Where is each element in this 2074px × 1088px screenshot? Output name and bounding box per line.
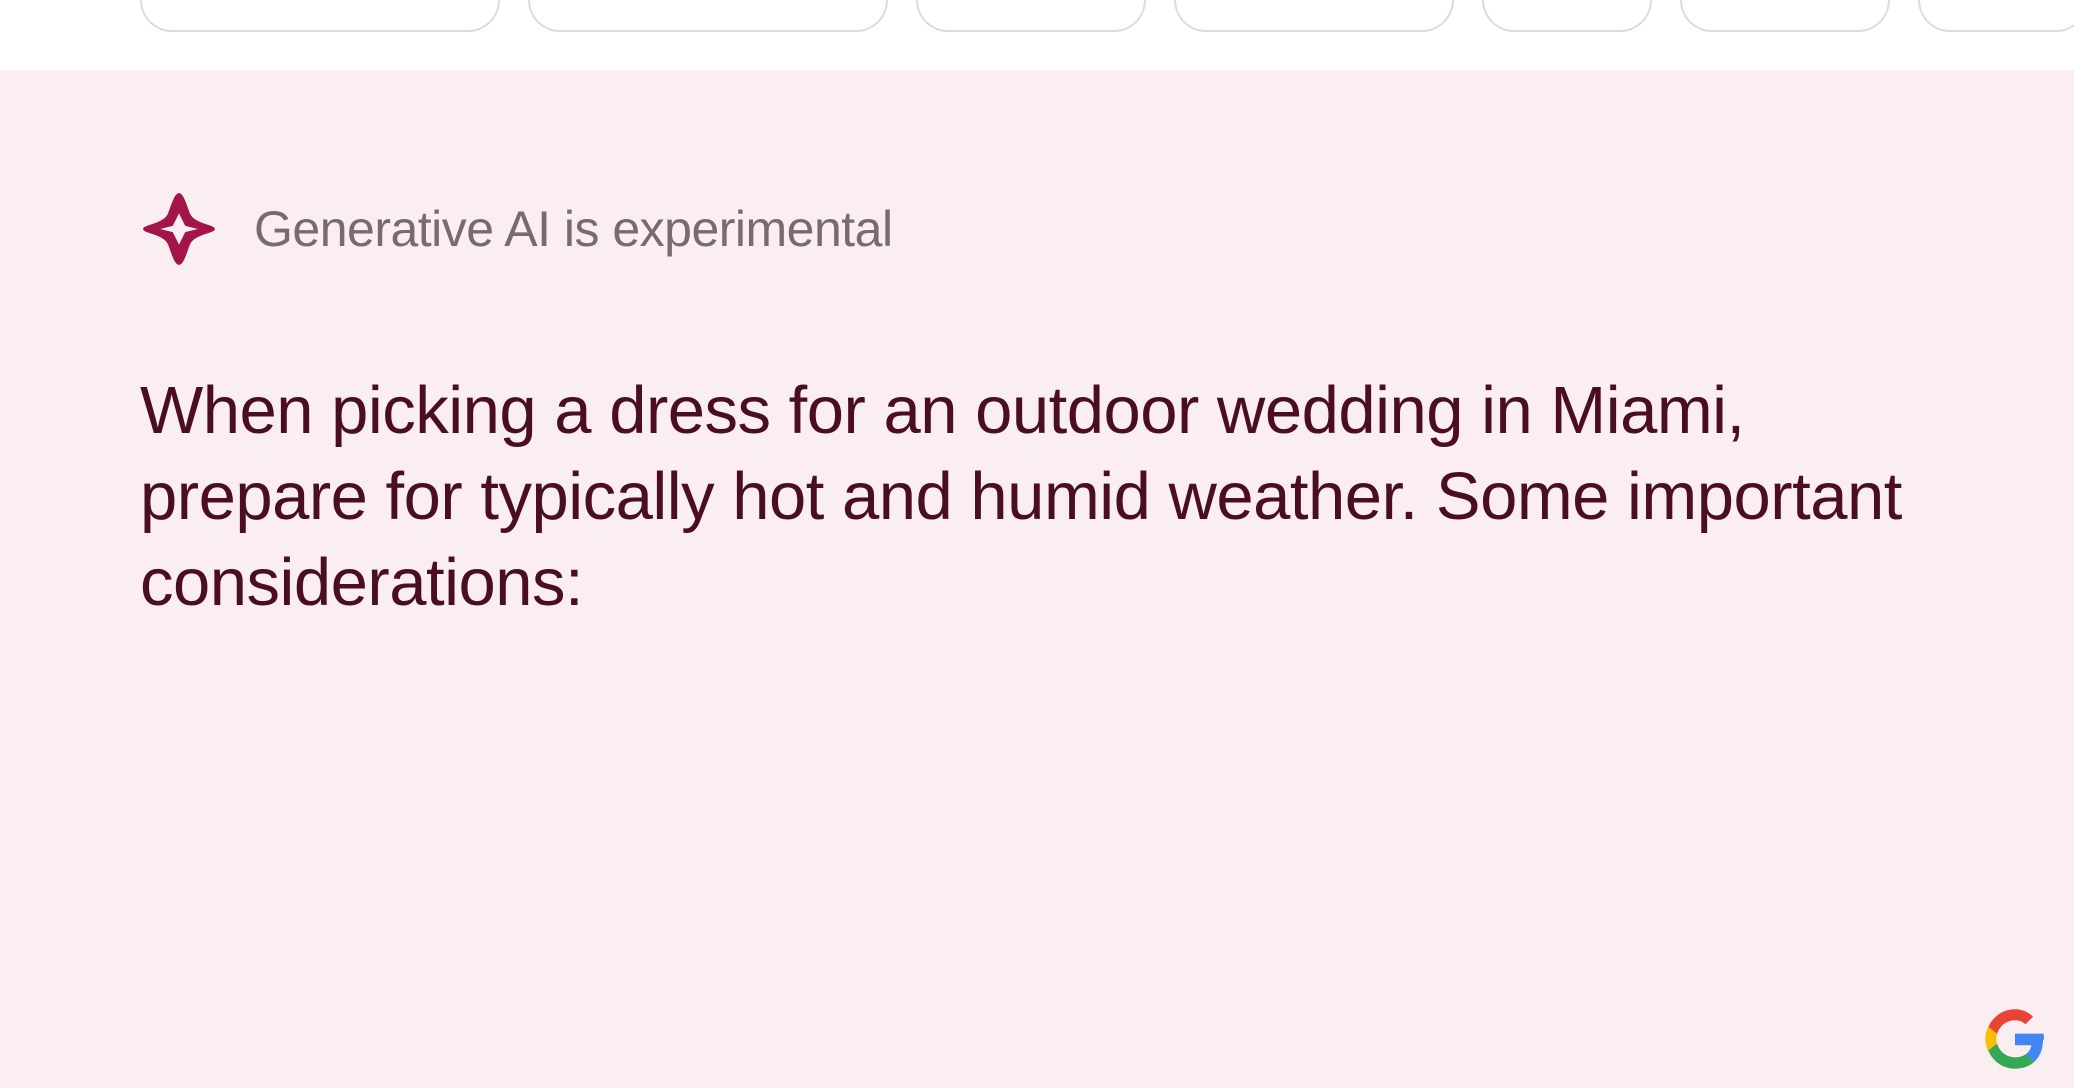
top-chip-row — [0, 0, 2074, 32]
sparkle-icon — [140, 190, 218, 268]
filter-chip[interactable] — [916, 0, 1146, 32]
filter-chip[interactable] — [140, 0, 500, 32]
ai-panel-header: Generative AI is experimental — [140, 190, 1934, 268]
filter-chip[interactable] — [1918, 0, 2074, 32]
filter-chip[interactable] — [528, 0, 888, 32]
generative-ai-panel: Generative AI is experimental When picki… — [0, 70, 2074, 1088]
ai-experimental-label: Generative AI is experimental — [254, 200, 893, 258]
google-logo-icon — [1984, 1008, 2046, 1070]
filter-chip[interactable] — [1482, 0, 1652, 32]
ai-answer-text: When picking a dress for an outdoor wedd… — [140, 368, 1934, 625]
filter-chip[interactable] — [1680, 0, 1890, 32]
filter-chip[interactable] — [1174, 0, 1454, 32]
